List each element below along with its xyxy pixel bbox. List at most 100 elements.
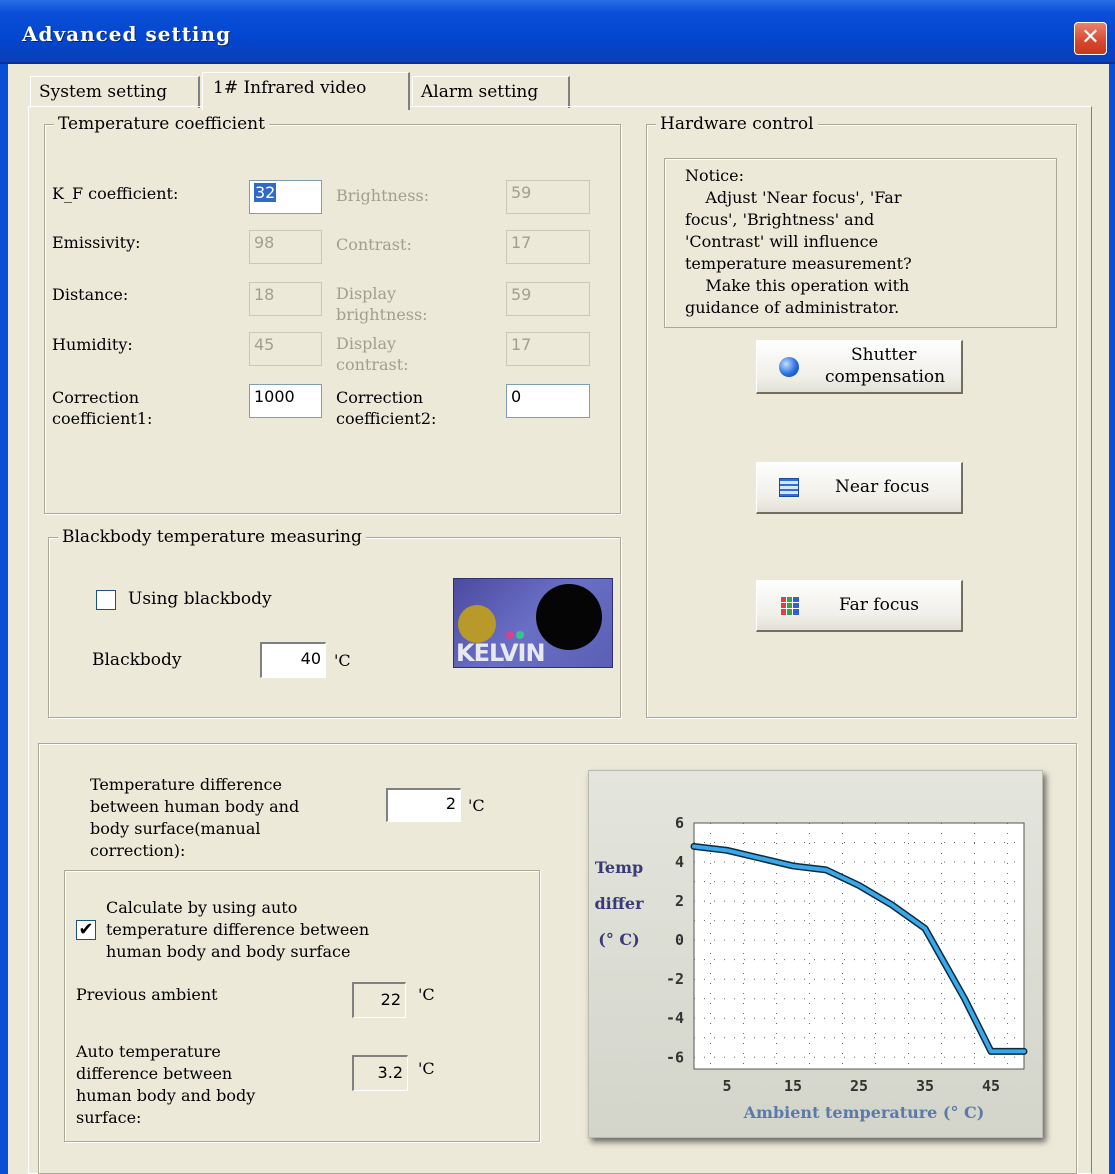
far-focus-label: Far focus	[839, 595, 920, 615]
data-point	[890, 903, 894, 907]
display-brightness-label: Display brightness:	[336, 284, 428, 324]
data-point	[963, 997, 967, 1001]
blackbody-disc-icon	[536, 584, 602, 650]
y-tick-label: 0	[675, 931, 684, 949]
list-icon	[779, 478, 799, 497]
data-point	[824, 868, 828, 872]
shutter-compensation-button[interactable]: Shutter compensation	[756, 340, 963, 394]
temperature-coefficient-title: Temperature coefficient	[54, 114, 269, 134]
green-led-icon	[516, 631, 524, 639]
close-icon[interactable]: ✕	[1074, 22, 1107, 55]
y-tick-label: 6	[675, 814, 684, 832]
notice-line: temperature measurement?	[685, 254, 912, 273]
contrast-label: Contrast:	[336, 235, 412, 254]
previous-ambient-label: Previous ambient	[76, 985, 218, 1004]
y-tick-label: 2	[675, 892, 684, 910]
humidity-input[interactable]: 45	[249, 332, 322, 366]
grid-icon	[781, 597, 799, 615]
y-axis-label: Temp	[595, 858, 643, 877]
manual-correction-line: body surface(manual	[90, 819, 261, 838]
notice-line: guidance of administrator.	[685, 298, 900, 317]
x-tick-label: 25	[850, 1077, 868, 1095]
data-point	[791, 864, 795, 868]
emissivity-label: Emissivity:	[52, 233, 141, 252]
shutter-label-line2: compensation	[825, 367, 946, 387]
auto-diff-label: Auto temperature difference between huma…	[76, 1041, 255, 1129]
auto-calc-checkbox[interactable]: ✔	[76, 920, 96, 940]
kelvin-blackbody-image: KELVIN	[453, 578, 613, 668]
y-axis-label: (° C)	[598, 930, 639, 949]
manual-correction-label: Temperature difference between human bod…	[90, 774, 299, 862]
auto-diff-unit: 'C	[418, 1059, 435, 1078]
data-point	[943, 962, 947, 966]
y-tick-label: 4	[675, 853, 684, 871]
y-tick-label: -4	[666, 1009, 684, 1027]
far-focus-button[interactable]: Far focus	[756, 580, 963, 632]
using-blackbody-label: Using blackbody	[128, 589, 272, 609]
blue-globe-icon	[779, 357, 799, 377]
manual-correction-line: between human body and	[90, 797, 300, 816]
display-contrast-label: Display contrast:	[336, 334, 409, 374]
notice-line: 'Contrast' will influence	[685, 232, 879, 251]
notice-line: Notice:	[685, 166, 744, 185]
previous-ambient-value: 22	[352, 982, 406, 1018]
emissivity-input[interactable]: 98	[249, 230, 322, 264]
correction-coefficient2-input[interactable]: 0	[506, 384, 590, 418]
manual-correction-unit: 'C	[468, 796, 485, 815]
auto-diff-value: 3.2	[352, 1055, 408, 1091]
data-point	[725, 848, 729, 852]
hardware-control-title: Hardware control	[656, 114, 818, 134]
distance-input[interactable]: 18	[249, 282, 322, 316]
data-point	[989, 1049, 993, 1053]
tab-system-setting[interactable]: System setting	[30, 76, 200, 108]
brightness-input[interactable]: 59	[506, 180, 590, 214]
brightness-label: Brightness:	[336, 186, 430, 205]
blackbody-temp-input[interactable]: 40	[260, 642, 326, 678]
yellow-dot-icon	[458, 605, 496, 643]
correction-coefficient1-input[interactable]: 1000	[249, 384, 322, 418]
auto-calc-line: Calculate by using auto	[106, 898, 298, 917]
data-point	[692, 844, 696, 848]
tab-infrared-video[interactable]: 1# Infrared video	[202, 72, 410, 110]
auto-calc-line: temperature difference between	[106, 920, 370, 939]
y-tick-label: -2	[666, 970, 684, 988]
data-point	[923, 926, 927, 930]
window-title: Advanced setting	[22, 22, 232, 46]
tab-alarm-setting[interactable]: Alarm setting	[412, 76, 570, 108]
kf-coefficient-label: K_F coefficient:	[52, 184, 179, 203]
display-brightness-input[interactable]: 59	[506, 282, 590, 316]
display-contrast-input[interactable]: 17	[506, 332, 590, 366]
data-point	[857, 883, 861, 887]
auto-diff-line: human body and body	[76, 1086, 256, 1105]
manual-correction-line: correction):	[90, 841, 186, 860]
window-frame-right	[1109, 64, 1115, 1174]
auto-diff-line: surface:	[76, 1108, 142, 1127]
blackbody-group-title: Blackbody temperature measuring	[58, 527, 366, 547]
pink-led-icon	[506, 631, 514, 639]
notice-box: Notice: Adjust 'Near focus', 'Far focus'…	[664, 158, 1057, 328]
kelvin-logo: KELVIN	[456, 639, 546, 667]
notice-line: Adjust 'Near focus', 'Far	[685, 188, 902, 207]
x-tick-label: 5	[722, 1077, 731, 1095]
x-axis-label: Ambient temperature (° C)	[743, 1103, 985, 1122]
blackbody-unit: 'C	[334, 651, 351, 670]
y-tick-label: -6	[666, 1048, 684, 1066]
humidity-label: Humidity:	[52, 335, 133, 354]
kf-coefficient-input[interactable]: 32	[249, 180, 322, 214]
auto-diff-line: difference between	[76, 1064, 233, 1083]
x-tick-label: 45	[982, 1077, 1000, 1095]
near-focus-button[interactable]: Near focus	[756, 462, 963, 514]
window-frame-left	[0, 64, 8, 1174]
auto-calc-label: Calculate by using auto temperature diff…	[106, 897, 369, 963]
manual-correction-input[interactable]: 2	[386, 788, 461, 822]
contrast-input[interactable]: 17	[506, 230, 590, 264]
shutter-label-line1: Shutter	[851, 345, 917, 365]
plot-area	[693, 822, 1025, 1070]
chart-svg: 6 4 2 0 -2 -4 -6 5 15 25 35 45 Temp differ (° C) Ambien…	[594, 814, 1028, 1122]
x-tick-label: 15	[784, 1077, 802, 1095]
x-tick-label: 35	[916, 1077, 934, 1095]
using-blackbody-checkbox[interactable]	[96, 590, 116, 610]
correction-coefficient2-label: Correction coefficient2:	[336, 388, 437, 428]
data-point	[1022, 1049, 1026, 1053]
previous-ambient-unit: 'C	[418, 985, 435, 1004]
